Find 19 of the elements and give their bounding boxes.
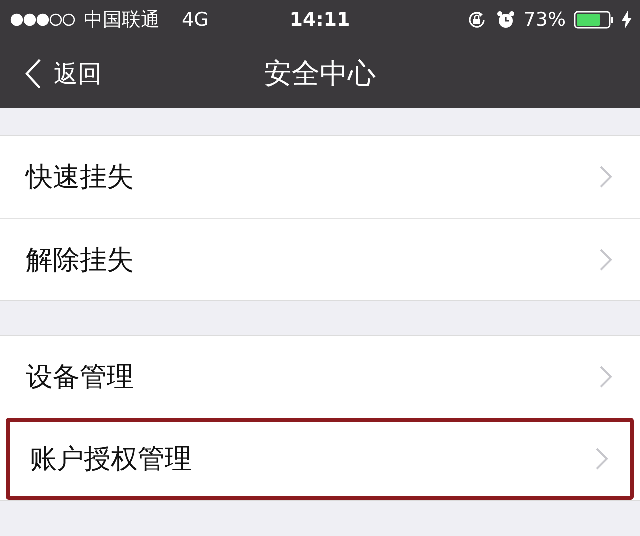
carrier-name: 中国联通 — [84, 8, 160, 33]
chevron-right-icon — [600, 366, 612, 388]
menu-row[interactable]: 快速挂失 — [0, 136, 640, 218]
signal-icon — [10, 13, 76, 27]
chevron-left-icon — [24, 58, 42, 90]
battery-percent: 73% — [524, 9, 566, 31]
charging-bolt-icon — [622, 11, 632, 29]
battery-icon — [574, 11, 614, 29]
menu-row[interactable]: 设备管理 — [0, 336, 640, 418]
chevron-right-icon — [600, 166, 612, 188]
chevron-right-icon — [596, 448, 608, 470]
menu-row[interactable]: 账户授权管理 — [6, 418, 634, 500]
alarm-clock-icon — [496, 10, 516, 30]
chevron-right-icon — [600, 248, 612, 270]
page-title: 安全中心 — [264, 56, 376, 92]
network-type: 4G — [182, 9, 209, 31]
clock-time: 14:11 — [290, 9, 350, 31]
back-button[interactable]: 返回 — [0, 58, 102, 90]
menu-row[interactable]: 解除挂失 — [0, 218, 640, 300]
